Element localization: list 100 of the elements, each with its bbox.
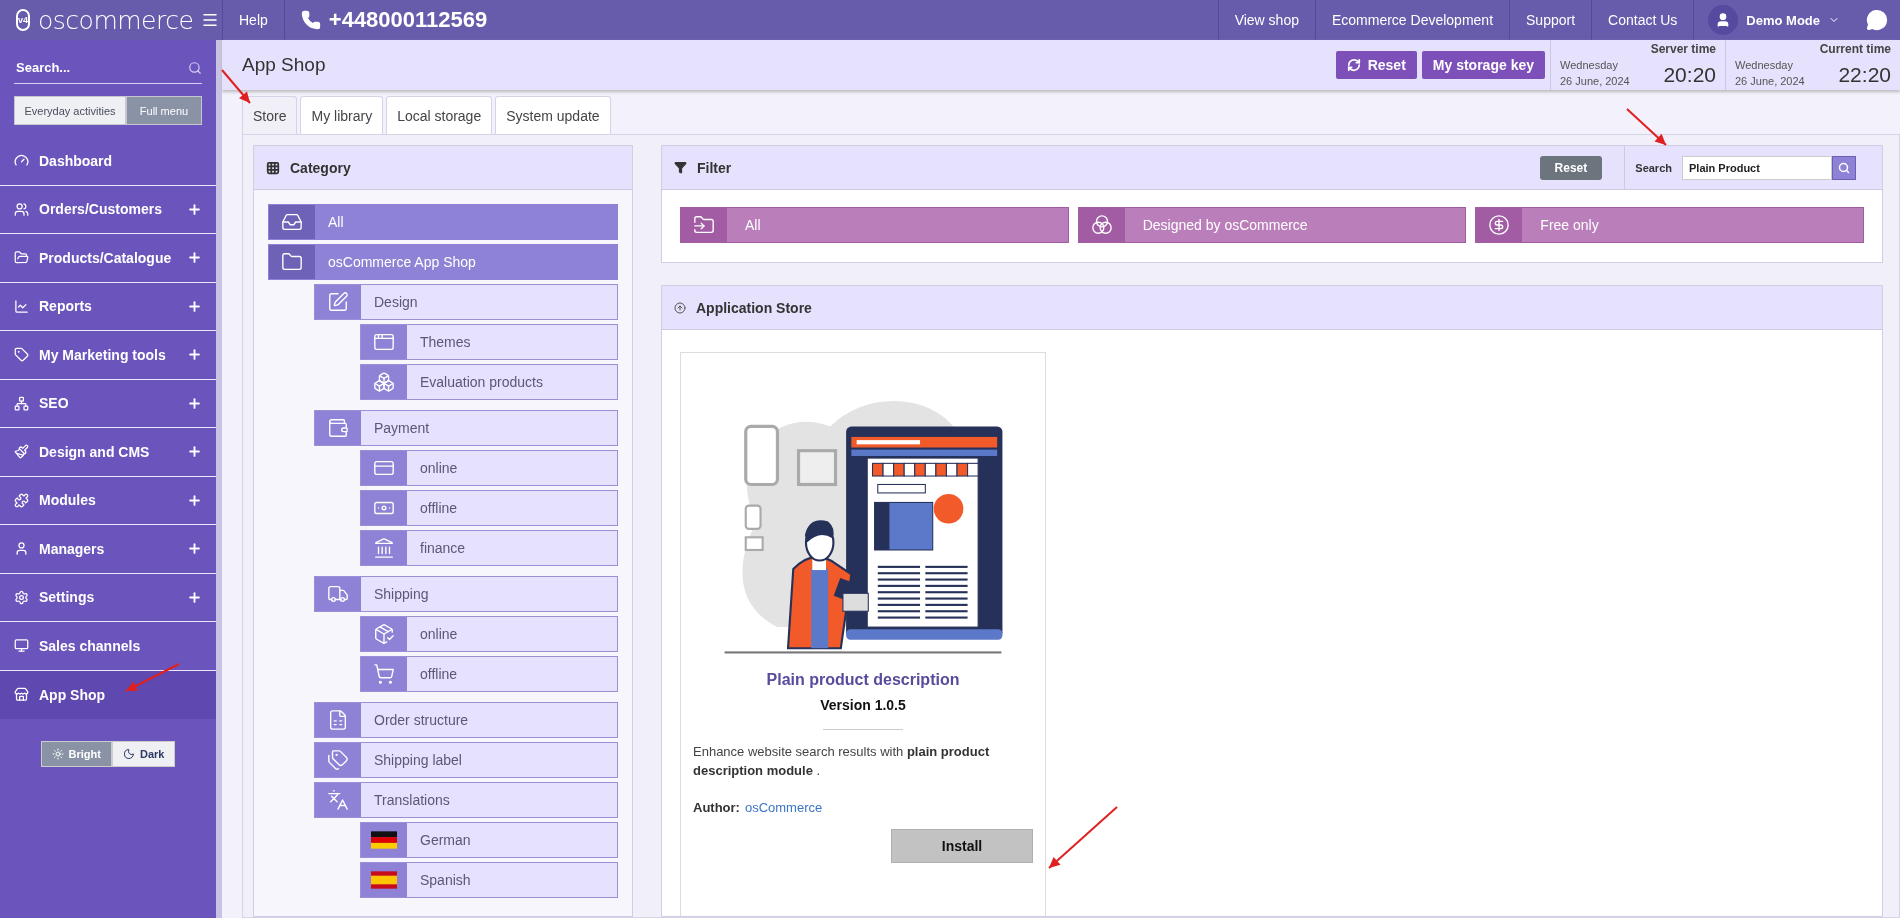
nav-item-label: SEO	[39, 395, 70, 412]
flag-icon	[371, 831, 397, 849]
category-item[interactable]: Shipping label	[314, 742, 618, 778]
nav-item-label: My Marketing tools	[39, 346, 167, 363]
nav-item-icon	[14, 638, 29, 654]
nav-item-icon	[14, 444, 29, 460]
collapse-icon[interactable]	[674, 301, 686, 314]
author-label: Author:	[693, 800, 740, 815]
expand-icon[interactable]	[187, 492, 202, 508]
storage-key-button[interactable]: My storage key	[1421, 51, 1545, 79]
panel-title: Filter	[697, 159, 732, 176]
clock-day: Wednesday	[1560, 59, 1630, 75]
annotation-arrow	[1048, 806, 1118, 869]
nav-item-icon	[14, 492, 29, 508]
tab[interactable]: System update	[495, 96, 611, 134]
nav-item-label: Products/Catalogue	[39, 249, 173, 266]
category-item[interactable]: German	[360, 822, 618, 858]
clock-time: 20:20	[1662, 62, 1716, 87]
expand-icon[interactable]	[187, 201, 202, 217]
category-item[interactable]: Spanish	[360, 862, 618, 898]
search-button[interactable]	[1832, 155, 1856, 180]
grid-icon	[266, 160, 280, 175]
filter-icon	[674, 161, 687, 174]
sidebar-search-field[interactable]: Search...	[14, 59, 154, 76]
category-icon	[327, 709, 349, 731]
menu-icon[interactable]	[201, 11, 220, 29]
category-item[interactable]: Design	[314, 284, 618, 320]
nav-item-label: Sales channels	[39, 637, 142, 654]
author-link[interactable]: osCommerce	[744, 800, 823, 815]
refresh-icon	[1346, 58, 1361, 72]
panel-title: Category	[290, 159, 351, 176]
sidebar-nav-item[interactable]: App Shop	[0, 670, 216, 719]
app-name: Plain product description	[766, 671, 960, 689]
category-item[interactable]: Evaluation products	[360, 364, 618, 400]
category-icon	[327, 789, 349, 811]
app-version: Version 1.0.5	[820, 697, 906, 713]
filter-option[interactable]: All	[680, 207, 1069, 243]
expand-icon[interactable]	[187, 589, 202, 605]
expand-icon[interactable]	[187, 444, 202, 460]
reset-button[interactable]: Reset	[1335, 51, 1417, 79]
category-icon	[327, 417, 349, 439]
clock-label: Server time	[1649, 42, 1716, 58]
nav-item-label: Settings	[39, 589, 96, 606]
panel-title: Application Store	[696, 299, 812, 316]
filter-option[interactable]: Designed by osCommerce	[1077, 207, 1467, 243]
filter-option[interactable]: Free only	[1475, 207, 1864, 243]
category-icon	[281, 211, 303, 233]
user-avatar-icon	[1708, 5, 1739, 35]
category-item[interactable]: Payment	[314, 410, 618, 446]
category-item[interactable]: All	[268, 204, 618, 240]
flag-icon	[371, 871, 397, 889]
category-icon	[327, 749, 349, 771]
category-item[interactable]: online	[360, 616, 618, 652]
app-search-input[interactable]: Plain Product	[1682, 155, 1832, 180]
nav-item-icon	[14, 347, 29, 363]
menu-mode-toggle[interactable]: Full menu	[126, 96, 202, 125]
search-icon	[1838, 161, 1850, 174]
category-item[interactable]: Translations	[314, 782, 618, 818]
theme-toggle[interactable]: Bright	[40, 741, 112, 767]
expand-icon[interactable]	[187, 250, 202, 266]
expand-icon[interactable]	[187, 395, 202, 411]
tab[interactable]: Local storage	[386, 96, 493, 134]
category-item[interactable]: Shipping	[314, 576, 618, 612]
category-item[interactable]: osCommerce App Shop	[268, 244, 618, 280]
category-item[interactable]: Order structure	[314, 702, 618, 738]
category-icon	[373, 537, 395, 559]
expand-icon[interactable]	[187, 298, 202, 314]
tab[interactable]: Store	[242, 96, 298, 134]
install-button[interactable]: Install	[891, 829, 1033, 863]
nav-item-icon	[14, 201, 29, 217]
category-item[interactable]: finance	[360, 530, 618, 566]
sun-icon	[51, 748, 64, 760]
filter-reset-button[interactable]: Reset	[1539, 155, 1603, 180]
theme-toggle[interactable]: Dark	[111, 741, 176, 767]
tab[interactable]: My library	[300, 96, 384, 134]
phone-number: +448000112569	[328, 7, 488, 33]
clock-label: Current time	[1818, 42, 1891, 58]
category-item[interactable]: offline	[360, 490, 618, 526]
clock-date: 26 June, 2024	[1560, 74, 1630, 89]
expand-icon[interactable]	[187, 347, 202, 363]
nav-item-icon	[14, 687, 29, 703]
category-item[interactable]: online	[360, 450, 618, 486]
category-icon	[373, 623, 395, 645]
category-icon	[327, 583, 349, 605]
category-icon	[373, 331, 395, 353]
category-item[interactable]: offline	[360, 656, 618, 692]
nav-item-label: App Shop	[39, 686, 107, 703]
clock-day: Wednesday	[1735, 59, 1805, 75]
clock-time: 22:20	[1837, 62, 1891, 87]
search-icon[interactable]	[188, 60, 202, 75]
nav-item-label: Dashboard	[39, 152, 114, 169]
expand-icon[interactable]	[187, 541, 202, 557]
nav-item-label: Reports	[39, 298, 93, 315]
moon-icon	[122, 748, 135, 760]
category-item[interactable]: Themes	[360, 324, 618, 360]
nav-item-label: Orders/Customers	[39, 201, 163, 218]
logo: oscommerce	[38, 5, 194, 35]
filter-option-icon	[693, 214, 715, 236]
nav-item-label: Design and CMS	[39, 443, 151, 460]
menu-mode-toggle[interactable]: Everyday activities	[14, 96, 126, 125]
